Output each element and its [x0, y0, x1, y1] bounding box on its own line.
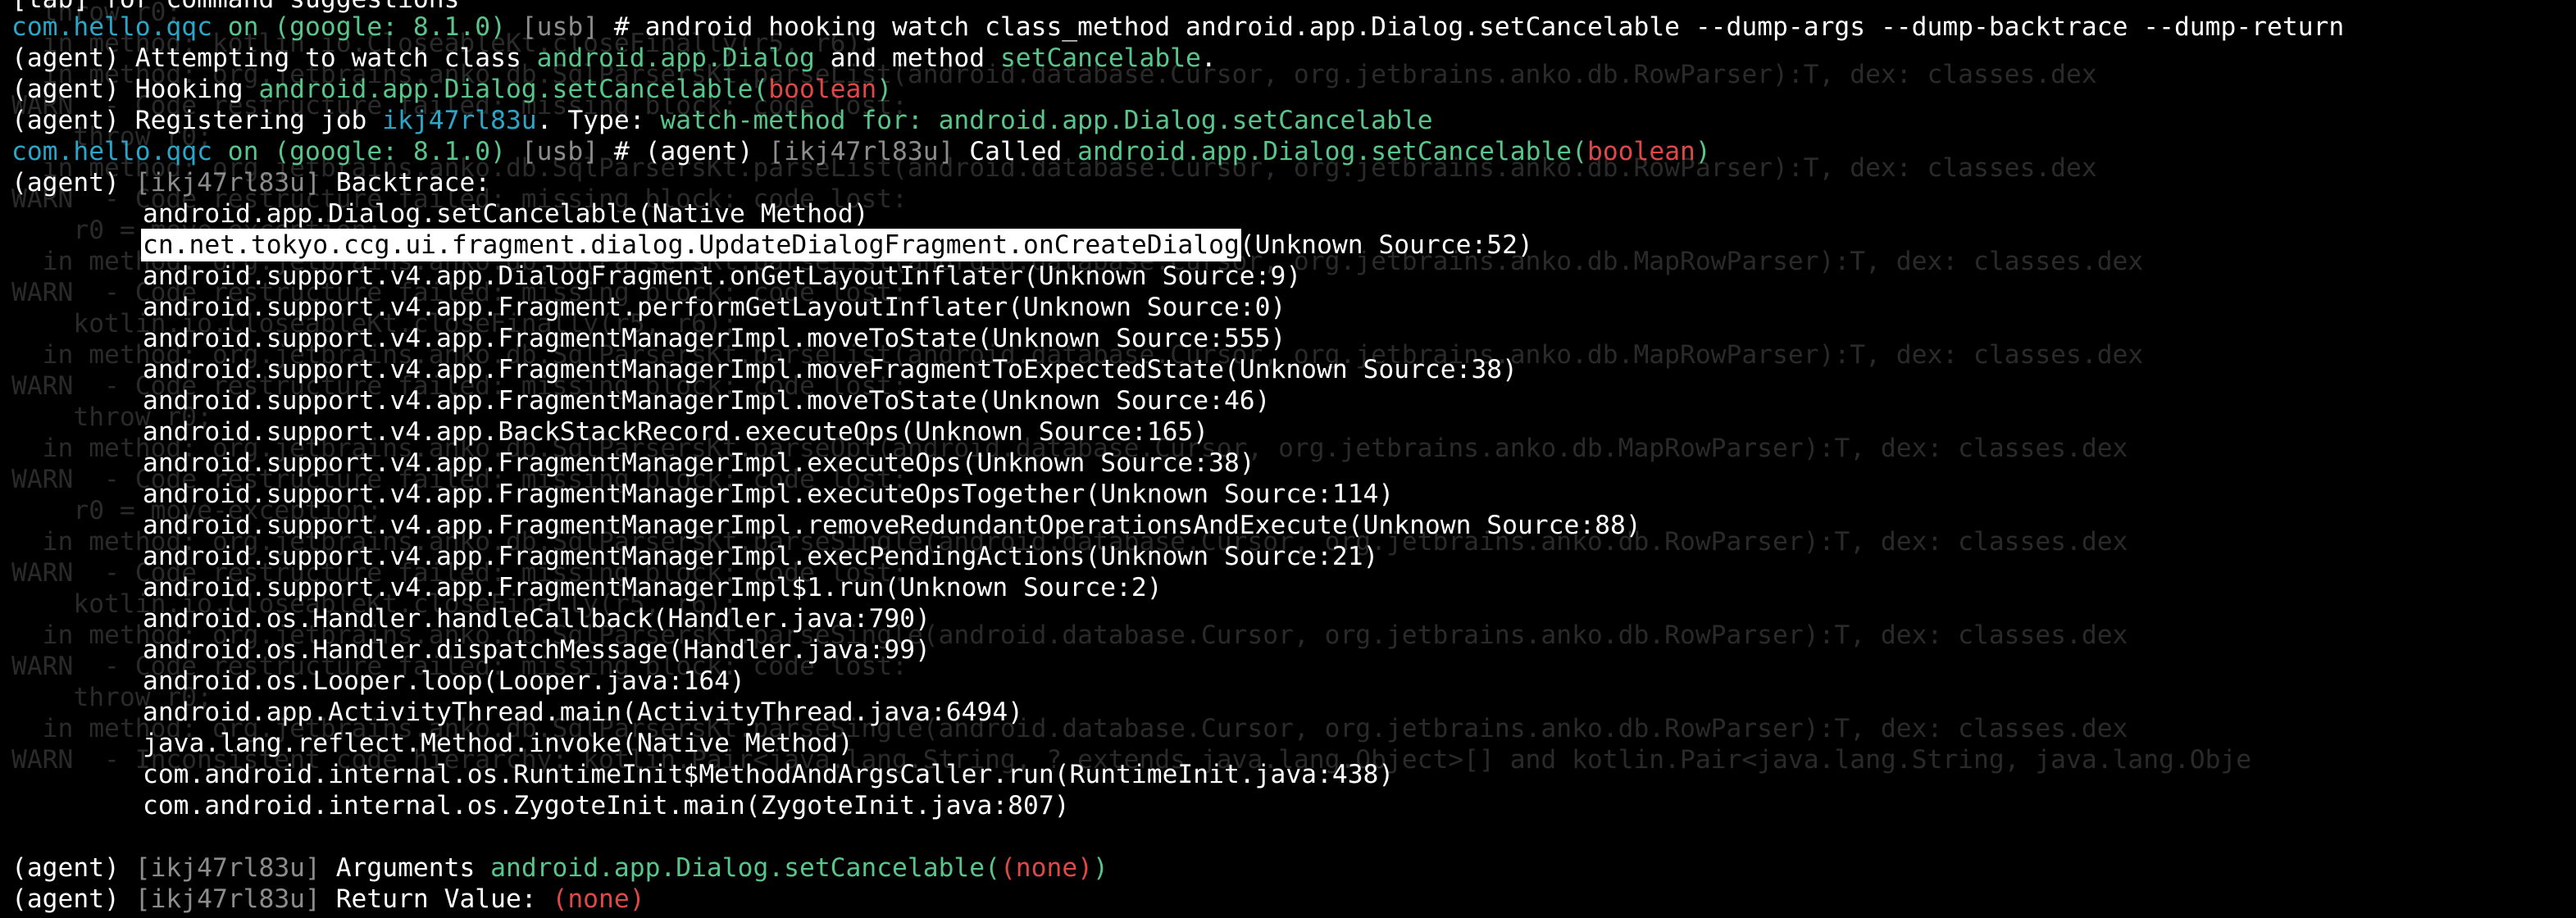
register-target: android.app.Dialog.setCancelable — [938, 106, 1433, 135]
paren-open: ( — [1572, 137, 1587, 166]
app-name: com.hello.qqc — [11, 137, 212, 166]
backtrace-frame: android.support.v4.app.FragmentManagerIm… — [143, 386, 1271, 416]
terminal-output[interactable]: [tab] for command suggestions com.hello.… — [0, 0, 2576, 918]
backtrace-label: Backtrace: — [335, 168, 491, 198]
connection-type: [usb] — [521, 137, 599, 166]
arguments-label: Arguments — [335, 853, 476, 883]
called-target: android.app.Dialog.setCancelable — [1077, 137, 1572, 166]
type-value: watch-method for: — [660, 106, 923, 135]
register-prefix: (agent) Registering job — [11, 106, 367, 135]
prompt-symbol: # — [613, 137, 630, 166]
backtrace-frame: android.support.v4.app.FragmentManagerIm… — [143, 448, 1255, 478]
backtrace-frame: android.os.Handler.handleCallback(Handle… — [143, 604, 931, 634]
paren-close: ) — [1093, 853, 1108, 883]
backtrace-frame: android.os.Looper.loop(Looper.java:164) — [143, 666, 745, 696]
attempt-line: (agent) Attempting to watch class androi… — [11, 43, 1217, 74]
job-id: ikj47rl83u — [382, 106, 537, 135]
job-tag: [ikj47rl83u] — [134, 884, 321, 914]
arguments-line: (agent) [ikj47rl83u] Arguments android.a… — [11, 852, 1108, 884]
backtrace-frame: android.app.ActivityThread.main(Activity… — [143, 698, 1024, 727]
paren-open: ( — [753, 75, 769, 104]
arguments-value: (none) — [999, 853, 1094, 883]
job-tag: [ikj47rl83u] — [768, 137, 954, 166]
app-name: com.hello.qqc — [11, 12, 212, 42]
agent-tag: (agent) — [11, 884, 120, 914]
selected-text[interactable]: cn.net.tokyo.ccg.ui.fragment.dialog.Upda… — [141, 229, 1241, 261]
agent-tag: (agent) — [11, 168, 120, 198]
arguments-target: android.app.Dialog.setCancelable — [490, 853, 985, 883]
backtrace-frame: android.app.Dialog.setCancelable(Native … — [143, 199, 869, 229]
frame-source: (Unknown Source:52) — [1239, 230, 1533, 260]
backtrace-frame: android.support.v4.app.BackStackRecord.e… — [143, 417, 1209, 447]
attempt-mid: and method — [830, 43, 985, 73]
backtrace-frame: com.android.internal.os.RuntimeInit$Meth… — [143, 760, 1395, 789]
hook-target: android.app.Dialog.setCancelable — [258, 75, 753, 104]
return-value-line: (agent) [ikj47rl83u] Return Value: (none… — [11, 884, 645, 915]
arg-type: boolean — [1586, 137, 1695, 166]
prompt-on: on — [227, 12, 259, 42]
backtrace-frame: android.support.v4.app.FragmentManagerIm… — [143, 573, 1163, 602]
prompt-on: on — [227, 137, 259, 166]
job-tag: [ikj47rl83u] — [134, 853, 321, 883]
backtrace-header: (agent) [ikj47rl83u] Backtrace: — [11, 167, 490, 198]
paren-close: ) — [876, 75, 893, 104]
command-prompt-line: com.hello.qqc on (google: 8.1.0) [usb] #… — [11, 11, 2344, 43]
attempt-end: . — [1200, 43, 1217, 73]
connection-type: [usb] — [521, 12, 599, 42]
agent-tag: (agent) — [644, 137, 753, 166]
type-label: . Type: — [536, 106, 645, 135]
backtrace-frame: com.android.internal.os.ZygoteInit.main(… — [143, 791, 1070, 820]
hooking-prefix: (agent) Hooking — [11, 75, 243, 104]
called-line: com.hello.qqc on (google: 8.1.0) [usb] #… — [11, 136, 1711, 167]
backtrace-frame: android.support.v4.app.FragmentManagerIm… — [143, 324, 1286, 353]
command-text: android hooking watch class_method andro… — [644, 12, 2345, 42]
prompt-symbol: # — [613, 12, 630, 42]
backtrace-frame: android.support.v4.app.FragmentManagerIm… — [143, 479, 1395, 509]
attempt-prefix: (agent) Attempting to watch class — [11, 43, 521, 73]
hooking-line: (agent) Hooking android.app.Dialog.setCa… — [11, 74, 892, 105]
backtrace-frame-selected[interactable]: cn.net.tokyo.ccg.ui.fragment.dialog.Upda… — [11, 229, 1533, 261]
backtrace-frame: android.support.v4.app.FragmentManagerIm… — [143, 355, 1518, 384]
backtrace-frame: android.support.v4.app.FragmentManagerIm… — [143, 542, 1379, 571]
agent-tag: (agent) — [11, 853, 120, 883]
called-label: Called — [969, 137, 1063, 166]
backtrace-frame: android.support.v4.app.Fragment.performG… — [143, 293, 1286, 322]
backtrace-frame: android.support.v4.app.DialogFragment.on… — [143, 261, 1302, 291]
arg-type: boolean — [768, 75, 877, 104]
job-tag: [ikj47rl83u] — [134, 168, 321, 198]
device-info: (google: 8.1.0) — [274, 12, 506, 42]
device-info: (google: 8.1.0) — [274, 137, 506, 166]
paren-close: ) — [1695, 137, 1711, 166]
backtrace-frame: android.support.v4.app.FragmentManagerIm… — [143, 511, 1641, 540]
method-name: setCancelable — [999, 43, 1201, 73]
backtrace-frame: android.os.Handler.dispatchMessage(Handl… — [143, 635, 931, 665]
backtrace-frame: java.lang.reflect.Method.invoke(Native M… — [143, 729, 853, 758]
paren-open: ( — [985, 853, 1000, 883]
return-label: Return Value: — [335, 884, 537, 914]
register-line: (agent) Registering job ikj47rl83u. Type… — [11, 105, 1433, 136]
class-name: android.app.Dialog — [536, 43, 815, 73]
return-value: (none) — [552, 884, 645, 914]
